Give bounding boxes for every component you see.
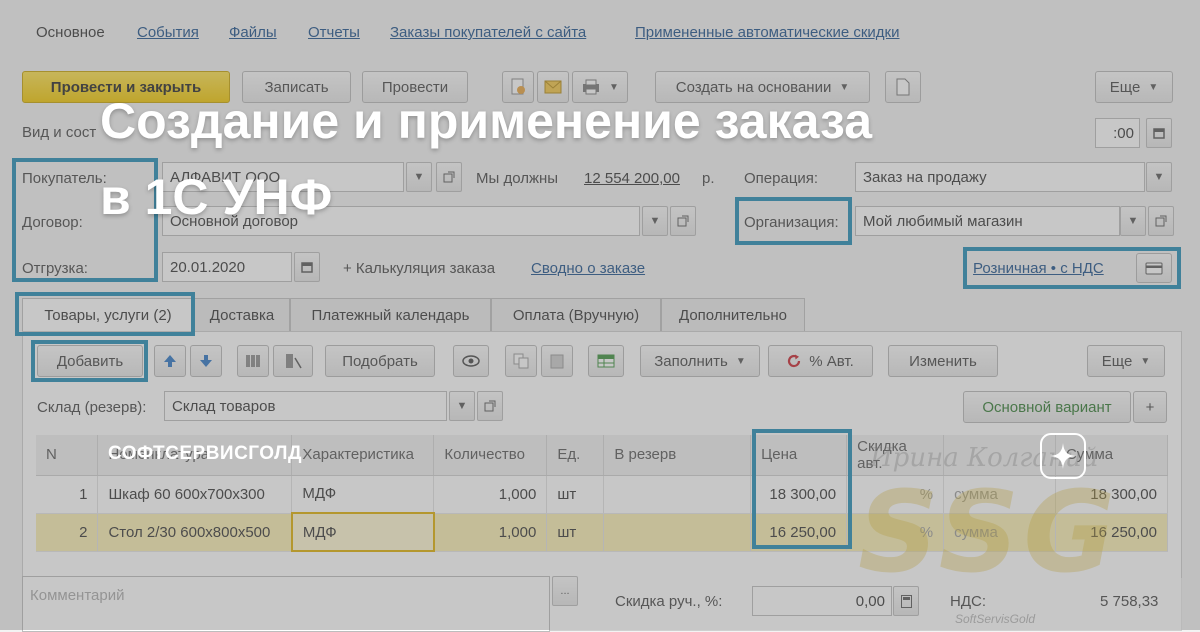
headline-line-2: в 1С УНФ bbox=[100, 169, 333, 225]
sparkle-badge[interactable] bbox=[1040, 433, 1086, 479]
headline-line-1: Создание и применение заказа bbox=[100, 93, 873, 149]
screenshot-stage: Основное События Файлы Отчеты Заказы пок… bbox=[0, 0, 1200, 632]
brand-name: СОФТСЕРВИСГОЛД bbox=[108, 443, 302, 464]
sparkle-icon bbox=[1050, 443, 1076, 469]
